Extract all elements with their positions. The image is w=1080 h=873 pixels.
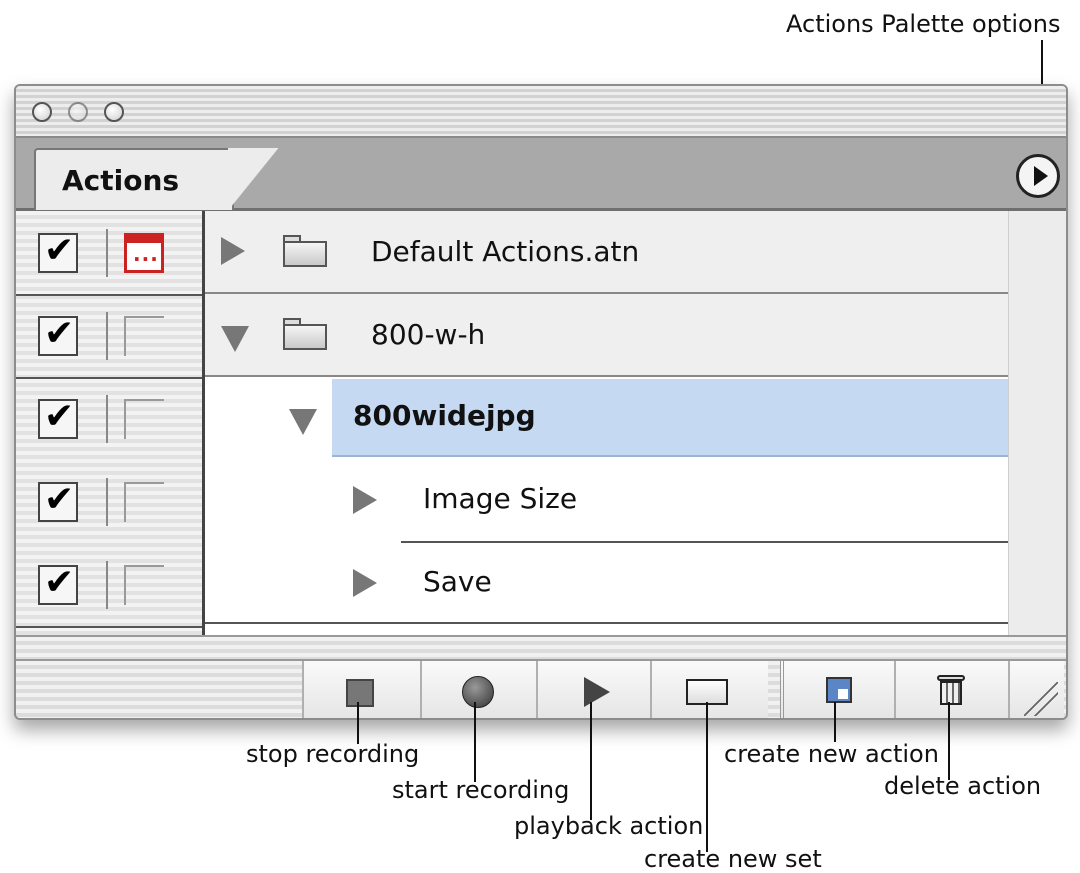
folder-icon [283,235,327,267]
callout-line-start [474,702,476,782]
callout-start-recording: start recording [392,776,570,804]
trash-icon [937,675,965,705]
tab-bar: Actions [16,138,1066,211]
toggle-dialog-off-icon[interactable] [124,565,164,605]
create-new-set-button[interactable] [650,661,768,718]
scrollbar-track[interactable] [1008,211,1066,635]
callout-line-stop [357,702,359,744]
minimize-window-button[interactable] [68,102,88,122]
command-label: Image Size [423,482,578,515]
disclosure-triangle-collapsed-icon[interactable] [353,569,377,597]
callout-line-new-set [706,702,708,852]
list-item[interactable]: Image Size [205,462,1008,545]
toggle-row: ✔ [16,543,202,628]
set-label: Default Actions.atn [371,235,640,268]
play-icon [584,677,610,707]
callout-delete-action: delete action [884,772,1042,800]
tab-actions-label: Actions [62,164,180,197]
tab-edge [228,148,278,210]
callout-line-new-action [834,702,836,742]
callout-create-new-action: create new action [724,740,939,768]
set-label: 800-w-h [371,318,486,351]
toggle-item-checkbox[interactable]: ✔ [38,563,78,605]
stop-icon [346,679,374,707]
record-icon [462,676,494,708]
action-label: 800widejpg [353,399,536,432]
tab-actions[interactable]: Actions [34,148,234,210]
row-divider [401,541,1008,543]
toggle-dialog-on-icon[interactable]: ... [124,233,164,273]
stop-recording-button[interactable] [302,661,420,718]
command-label: Save [423,565,492,598]
disclosure-triangle-expanded-icon[interactable] [221,326,249,352]
folder-icon [283,318,327,350]
toggle-row: ✔ [16,460,202,543]
toggle-item-checkbox[interactable]: ✔ [38,480,78,522]
disclosure-triangle-expanded-icon[interactable] [289,409,317,435]
actions-list: Default Actions.atn 800-w-h 800widejpg I… [16,211,1008,635]
title-bar[interactable] [16,86,1066,138]
callout-create-new-set: create new set [644,845,822,873]
disclosure-triangle-collapsed-icon[interactable] [353,486,377,514]
close-window-button[interactable] [32,102,52,122]
toggle-item-checkbox[interactable]: ✔ [38,231,78,273]
actions-palette: Actions Default Actions.atn 800-w-h 800w… [14,84,1068,720]
delete-action-button[interactable] [894,661,1008,718]
callout-line-delete [948,702,950,780]
list-item[interactable]: 800-w-h [205,294,1008,377]
zoom-window-button[interactable] [104,102,124,122]
toggle-row: ✔ [16,377,202,460]
start-recording-button[interactable] [420,661,536,718]
row-divider [205,622,1008,624]
create-new-action-button[interactable] [780,661,894,718]
resize-grip[interactable] [1008,661,1064,718]
list-item[interactable]: Save [205,545,1008,628]
palette-options-button[interactable] [1016,154,1060,198]
button-bar [16,635,1066,718]
list-item[interactable]: Default Actions.atn [205,211,1008,294]
toggle-row: ✔ [16,294,202,379]
new-action-icon [826,677,852,703]
toggle-dialog-off-icon[interactable] [124,399,164,439]
callout-stop-recording: stop recording [246,740,420,768]
toggle-item-checkbox[interactable]: ✔ [38,397,78,439]
list-item-selected[interactable]: 800widejpg [205,379,1008,462]
callout-palette-options: Actions Palette options [786,10,1061,38]
playback-action-button[interactable] [536,661,650,718]
toggle-dialog-off-icon[interactable] [124,316,164,356]
toggle-row: ✔ ... [16,211,202,296]
callout-playback-action: playback action [514,812,704,840]
toggle-item-checkbox[interactable]: ✔ [38,314,78,356]
callout-line-playback [590,702,592,820]
toggle-dialog-off-icon[interactable] [124,482,164,522]
resize-grip-icon [1024,682,1058,716]
toggle-column: ✔ ... ✔ ✔ ✔ ✔ [16,211,205,635]
disclosure-triangle-collapsed-icon[interactable] [221,237,245,265]
